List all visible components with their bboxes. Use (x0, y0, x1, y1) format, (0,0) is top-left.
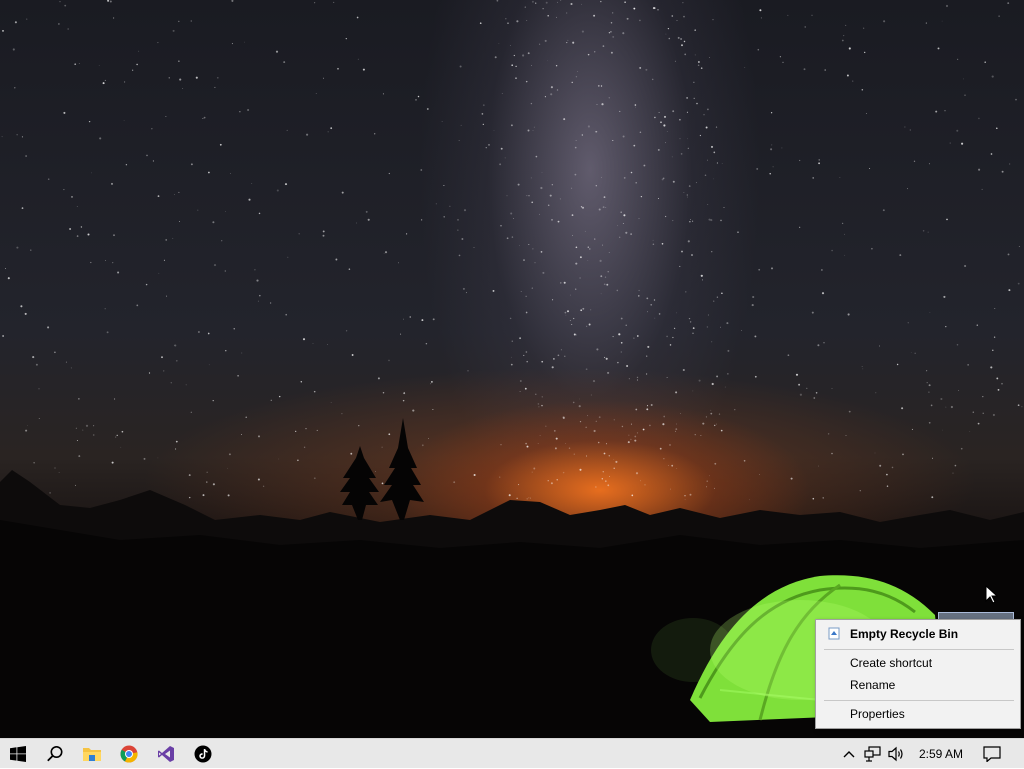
start-button[interactable] (0, 739, 36, 769)
search-button[interactable] (37, 739, 73, 769)
menu-separator (824, 649, 1014, 650)
menu-item-label: Properties (850, 707, 905, 721)
tiktok-icon (194, 745, 212, 763)
volume-icon (888, 746, 903, 762)
recycle-bin-icon (828, 627, 840, 640)
menu-item-label: Rename (850, 678, 896, 692)
network-button[interactable] (862, 739, 884, 769)
tiktok-button[interactable] (185, 739, 221, 769)
notification-icon (983, 746, 1001, 762)
chrome-button[interactable] (111, 739, 147, 769)
show-hidden-icons-button[interactable] (840, 739, 858, 769)
desktop[interactable]: Empty Recycle Bin Create shortcut Rename… (0, 0, 1024, 738)
search-icon (47, 746, 63, 762)
volume-button[interactable] (886, 739, 908, 769)
menu-item-create-shortcut[interactable]: Create shortcut (817, 652, 1019, 674)
taskbar-clock[interactable]: 2:59 AM (912, 739, 970, 769)
taskbar: 2:59 AM (0, 738, 1024, 768)
file-explorer-button[interactable] (74, 739, 110, 769)
action-center-button[interactable] (978, 739, 1006, 769)
menu-item-rename[interactable]: Rename (817, 674, 1019, 696)
menu-item-label: Create shortcut (850, 656, 933, 670)
mouse-cursor-icon (985, 585, 999, 604)
menu-separator (824, 700, 1014, 701)
network-icon (864, 746, 881, 762)
visual-studio-button[interactable] (148, 739, 184, 769)
menu-item-properties[interactable]: Properties (817, 703, 1019, 725)
chrome-icon (120, 745, 138, 763)
context-menu: Empty Recycle Bin Create shortcut Rename… (815, 619, 1021, 729)
windows-logo-icon (10, 746, 26, 762)
chevron-up-icon (843, 751, 855, 758)
folder-icon (83, 748, 101, 761)
visual-studio-icon (158, 746, 174, 762)
menu-item-empty-recycle-bin[interactable]: Empty Recycle Bin (817, 623, 1019, 645)
menu-item-label: Empty Recycle Bin (850, 627, 959, 641)
